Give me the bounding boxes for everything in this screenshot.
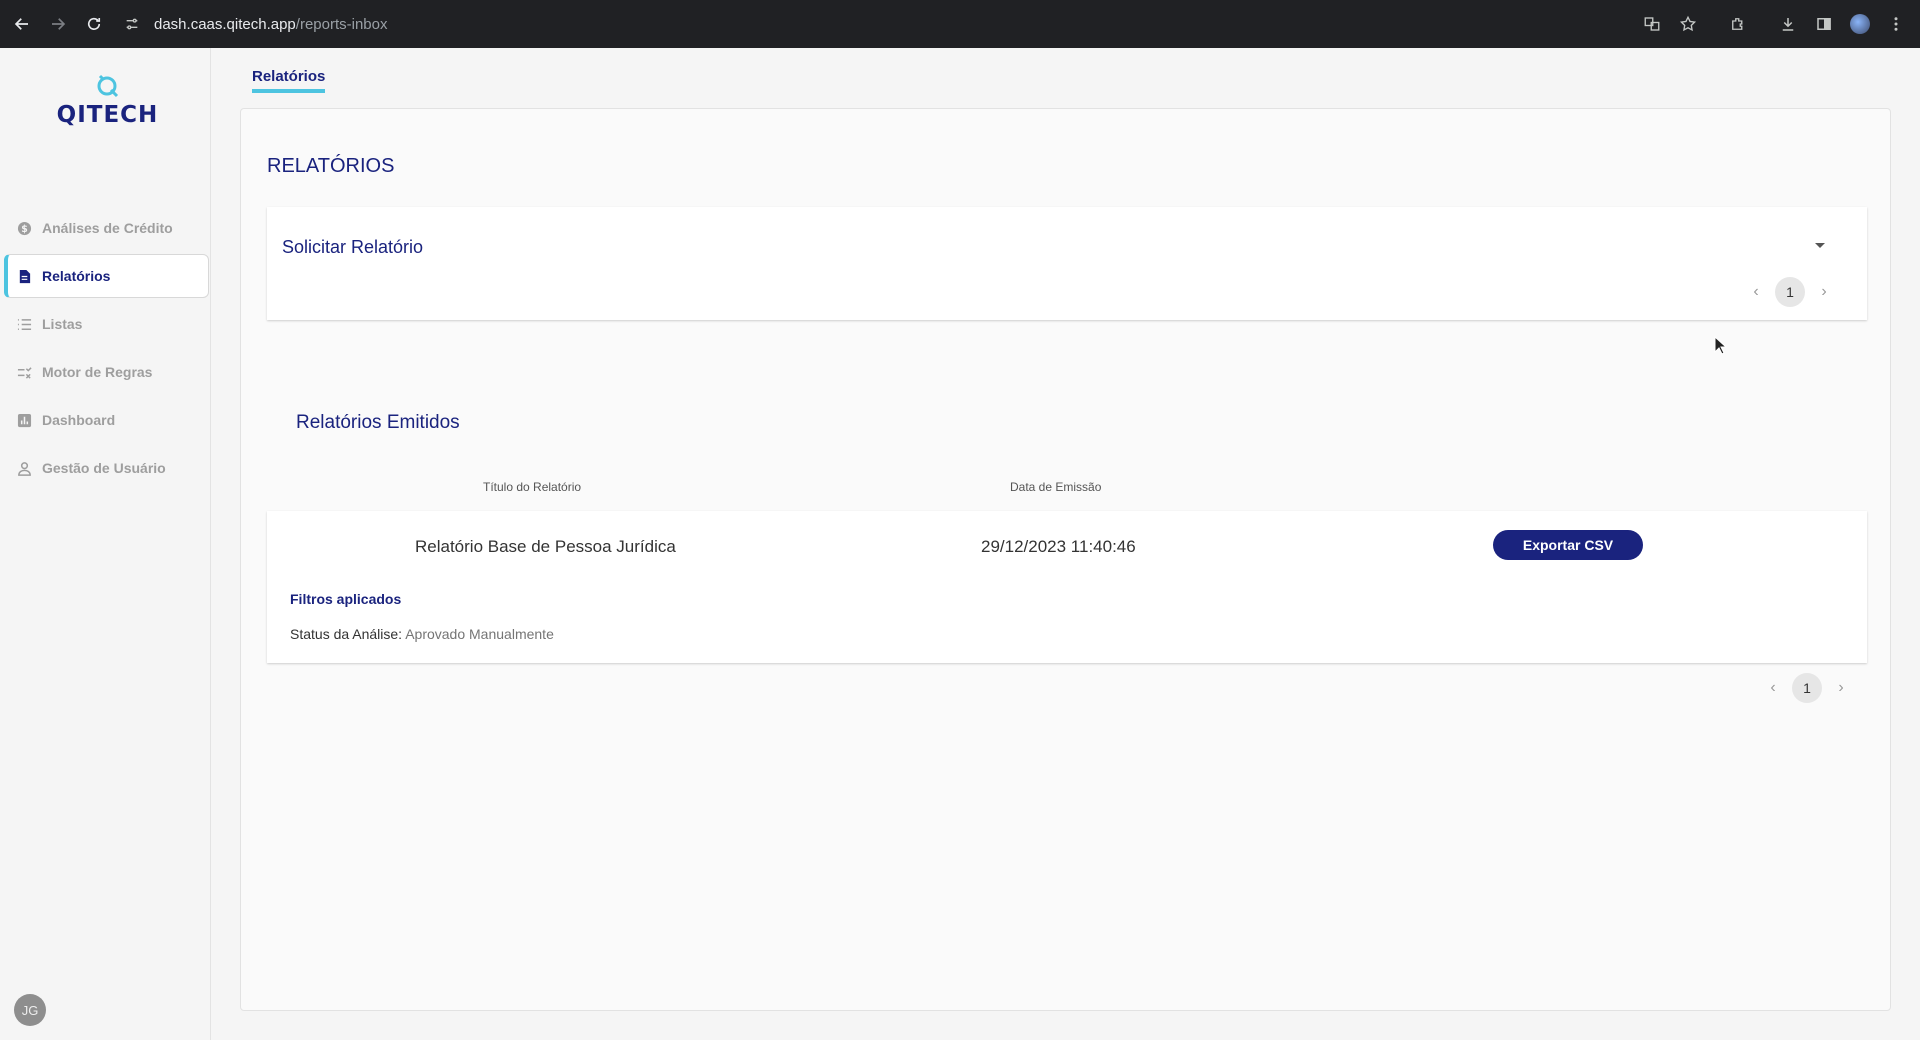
request-report-title: Solicitar Relatório bbox=[282, 237, 424, 257]
sidebar-item-listas[interactable]: Listas bbox=[4, 302, 209, 346]
site-settings-icon[interactable] bbox=[122, 14, 142, 34]
table-row: Relatório Base de Pessoa Jurídica 29/12/… bbox=[267, 511, 1867, 663]
rules-icon bbox=[16, 364, 32, 380]
forward-icon[interactable] bbox=[40, 6, 76, 42]
svg-text:$: $ bbox=[21, 223, 28, 234]
sidebar-item-label: Listas bbox=[42, 316, 83, 332]
issued-reports-title: Relatórios Emitidos bbox=[296, 412, 460, 433]
url-path: /reports-inbox bbox=[295, 15, 388, 33]
export-csv-button[interactable]: Exportar CSV bbox=[1493, 530, 1643, 560]
user-icon bbox=[16, 460, 32, 476]
qitech-logo[interactable]: QITECH bbox=[50, 72, 165, 132]
sidebar-item-relatorios[interactable]: Relatórios bbox=[4, 254, 209, 298]
extensions-icon[interactable] bbox=[1720, 6, 1756, 42]
sidebar-nav: $ Análises de Crédito Relatórios Listas … bbox=[4, 206, 209, 494]
list-icon bbox=[16, 316, 32, 332]
dollar-circle-icon: $ bbox=[16, 220, 32, 236]
sidebar-item-motor-de-regras[interactable]: Motor de Regras bbox=[4, 350, 209, 394]
sidebar-item-label: Dashboard bbox=[42, 412, 116, 428]
request-report-card[interactable]: Solicitar Relatório ‹ 1 › bbox=[267, 207, 1867, 320]
avatar[interactable]: JG bbox=[14, 994, 46, 1026]
chevron-right-icon[interactable]: › bbox=[1828, 675, 1854, 701]
sidebar-item-dashboard[interactable]: Dashboard bbox=[4, 398, 209, 442]
bookmark-star-icon[interactable] bbox=[1670, 6, 1706, 42]
filter-line: Status da Análise: Aprovado Manualmente bbox=[290, 626, 554, 642]
chevron-left-icon[interactable]: ‹ bbox=[1743, 279, 1769, 305]
chevron-left-icon[interactable]: ‹ bbox=[1760, 675, 1786, 701]
column-header-title: Título do Relatório bbox=[483, 480, 582, 494]
download-icon[interactable] bbox=[1770, 6, 1806, 42]
request-pagination: ‹ 1 › bbox=[1743, 277, 1837, 307]
more-vert-icon[interactable] bbox=[1878, 6, 1914, 42]
bar-chart-icon bbox=[16, 412, 32, 428]
report-file-icon bbox=[16, 268, 32, 284]
main-panel: RELATÓRIOS Solicitar Relatório ‹ 1 › Rel… bbox=[240, 108, 1891, 1011]
profile-icon[interactable] bbox=[1842, 6, 1878, 42]
url-host: dash.caas.qitech.app bbox=[154, 15, 296, 33]
page-number[interactable]: 1 bbox=[1775, 277, 1805, 307]
issued-pagination: ‹ 1 › bbox=[1760, 673, 1854, 703]
sidebar-item-label: Motor de Regras bbox=[42, 364, 153, 380]
sidebar-item-label: Gestão de Usuário bbox=[42, 460, 166, 476]
side-panel-icon[interactable] bbox=[1806, 6, 1842, 42]
caret-down-icon[interactable] bbox=[1815, 243, 1825, 248]
address-bar[interactable]: dash.caas.qitech.app/reports-inbox bbox=[122, 8, 388, 40]
reload-icon[interactable] bbox=[76, 6, 112, 42]
browser-toolbar: dash.caas.qitech.app/reports-inbox bbox=[0, 0, 1920, 48]
sidebar-item-label: Relatórios bbox=[42, 268, 111, 284]
chevron-right-icon[interactable]: › bbox=[1811, 279, 1837, 305]
sidebar-item-analises-de-credito[interactable]: $ Análises de Crédito bbox=[4, 206, 209, 250]
back-icon[interactable] bbox=[4, 6, 40, 42]
translate-icon[interactable] bbox=[1634, 6, 1670, 42]
sidebar: QITECH $ Análises de Crédito Relatórios … bbox=[0, 48, 211, 1040]
sidebar-item-label: Análises de Crédito bbox=[42, 220, 173, 236]
report-date: 29/12/2023 11:40:46 bbox=[981, 537, 1136, 556]
filter-value: Aprovado Manualmente bbox=[405, 626, 554, 642]
qitech-logo-mark-icon bbox=[97, 74, 119, 98]
tab-bar: Relatórios bbox=[252, 68, 326, 93]
filters-label: Filtros aplicados bbox=[290, 591, 402, 607]
filter-key: Status da Análise: bbox=[290, 626, 403, 642]
page-title: RELATÓRIOS bbox=[267, 155, 395, 177]
logo-text: QITECH bbox=[56, 102, 159, 128]
column-header-date: Data de Emissão bbox=[1010, 480, 1102, 494]
page-number[interactable]: 1 bbox=[1792, 673, 1822, 703]
mouse-cursor-icon bbox=[1714, 336, 1728, 355]
tab-relatorios[interactable]: Relatórios bbox=[252, 68, 326, 93]
report-title: Relatório Base de Pessoa Jurídica bbox=[415, 537, 676, 556]
sidebar-item-gestao-de-usuario[interactable]: Gestão de Usuário bbox=[4, 446, 209, 490]
